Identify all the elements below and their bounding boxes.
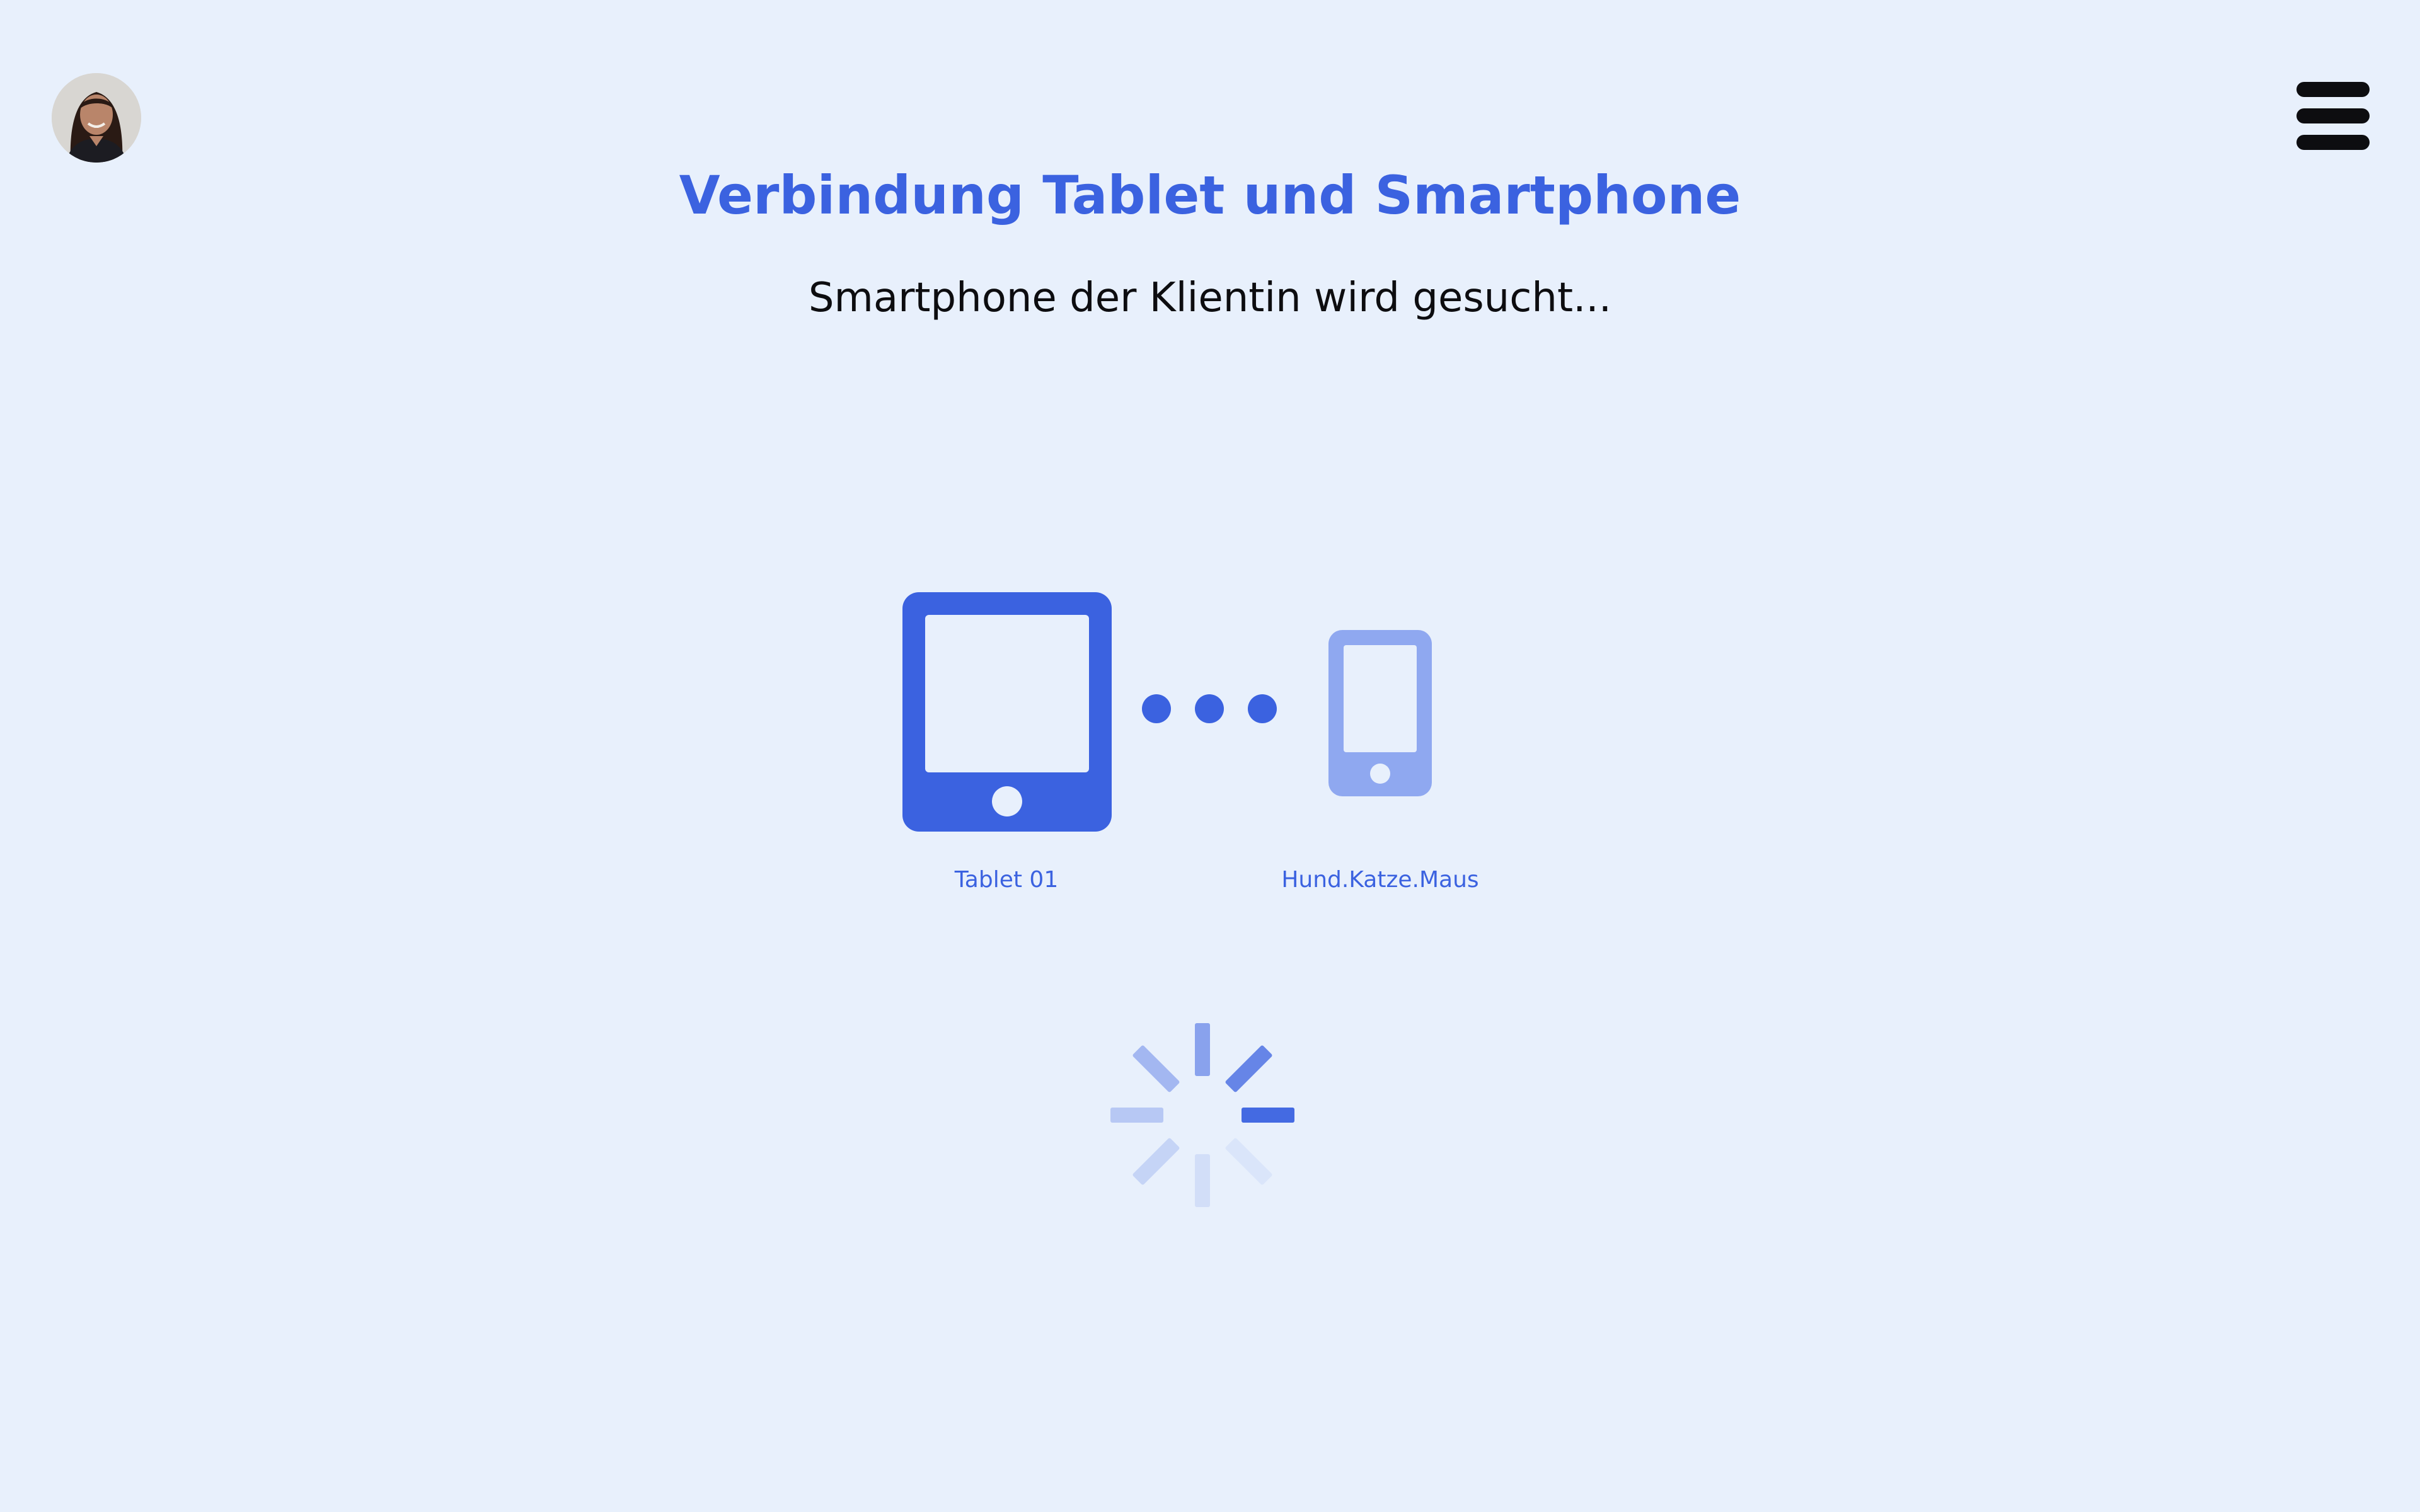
- user-avatar-photo: [52, 73, 141, 163]
- loading-spinner-icon: [1110, 1023, 1294, 1207]
- menu-bar: [2296, 108, 2370, 123]
- smartphone-icon: [1328, 630, 1432, 796]
- menu-bar: [2296, 135, 2370, 150]
- menu-bar: [2296, 82, 2370, 97]
- smartphone-name-label: Hund.Katze.Maus: [1281, 867, 1479, 893]
- connecting-dots-icon: [1142, 694, 1277, 723]
- tablet-icon: [902, 592, 1112, 832]
- page-title: Verbindung Tablet und Smartphone: [679, 164, 1741, 226]
- user-avatar[interactable]: [52, 73, 141, 163]
- hamburger-menu-button[interactable]: [2294, 78, 2372, 154]
- search-status-text: Smartphone der Klientin wird gesucht...: [808, 275, 1612, 321]
- tablet-name-label: Tablet 01: [954, 867, 1059, 893]
